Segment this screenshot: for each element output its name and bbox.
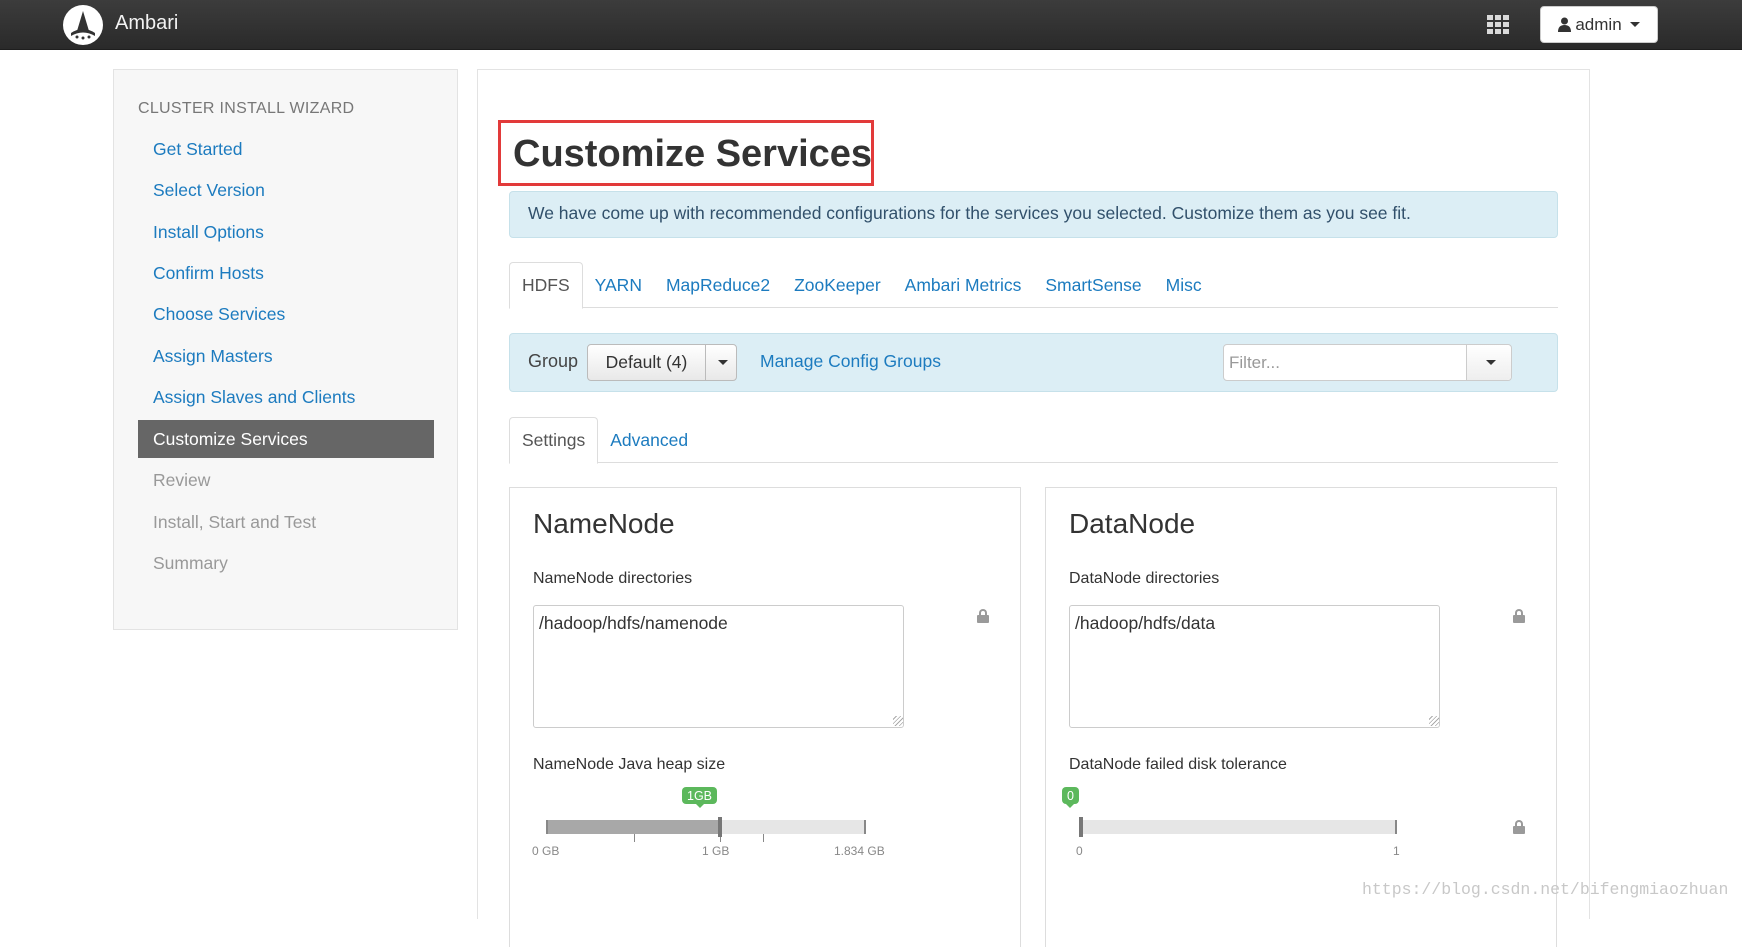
sidebar-item-install-options[interactable]: Install Options (138, 212, 434, 253)
app-brand[interactable]: Ambari (115, 12, 178, 35)
info-alert: We have come up with recommended configu… (509, 191, 1558, 238)
slider-fill (548, 820, 720, 834)
slider-track[interactable] (1079, 817, 1397, 837)
tab-smartsense[interactable]: SmartSense (1033, 262, 1153, 308)
settings-tabs: Settings Advanced (509, 417, 1558, 464)
sidebar-item-review: Review (153, 470, 211, 491)
datanode-dirs-label: DataNode directories (1069, 570, 1220, 587)
sidebar-item-assign-slaves[interactable]: Assign Slaves and Clients (138, 377, 434, 418)
group-selected-value[interactable]: Default (4) (588, 345, 706, 380)
namenode-heap-label: NameNode Java heap size (533, 756, 726, 773)
title-highlight-box: Customize Services (498, 120, 874, 186)
service-tabs: HDFS YARN MapReduce2 ZooKeeper Ambari Me… (509, 262, 1558, 309)
chevron-down-icon (1629, 22, 1640, 27)
user-label: admin (1575, 14, 1622, 34)
chevron-down-icon (718, 360, 728, 365)
manage-config-groups-link[interactable]: Manage Config Groups (760, 351, 941, 372)
ambari-logo-icon[interactable] (63, 5, 103, 45)
user-icon (1558, 17, 1572, 32)
group-dropdown-toggle[interactable] (706, 345, 736, 380)
namenode-dirs-field[interactable] (533, 605, 904, 728)
datanode-tolerance-slider[interactable]: 0 0 1 (1062, 787, 1400, 858)
group-select[interactable]: Default (4) (587, 344, 737, 381)
tab-ambari-metrics[interactable]: Ambari Metrics (893, 262, 1034, 308)
filter-dropdown-toggle[interactable] (1466, 345, 1511, 380)
slider-tick-label: 0 GB (532, 844, 560, 858)
datanode-dirs-field[interactable] (1069, 605, 1440, 728)
resize-grip-icon[interactable] (893, 716, 903, 726)
namenode-card: NameNode NameNode directories NameNode J… (509, 487, 1021, 947)
tab-settings[interactable]: Settings (509, 417, 599, 464)
sidebar-item-summary: Summary (153, 552, 228, 573)
slider-handle[interactable] (1079, 817, 1083, 837)
heap-value-badge: 1GB (682, 787, 718, 808)
datanode-card: DataNode DataNode directories DataNode f… (1045, 487, 1557, 947)
sidebar-title: CLUSTER INSTALL WIZARD (138, 100, 355, 117)
sidebar-item-select-version[interactable]: Select Version (138, 170, 434, 211)
user-menu-button[interactable]: admin (1540, 6, 1658, 43)
watermark: https://blog.csdn.net/bifengmiaozhuan (1362, 880, 1729, 899)
tolerance-value-badge: 0 (1062, 787, 1079, 808)
tab-yarn[interactable]: YARN (583, 262, 654, 308)
chevron-down-icon (1486, 360, 1496, 365)
tab-misc[interactable]: Misc (1154, 262, 1214, 308)
lock-icon[interactable] (1513, 820, 1525, 834)
main-panel: Customize Services We have come up with … (477, 69, 1590, 947)
grid-apps-icon[interactable] (1487, 15, 1509, 35)
filter-input[interactable] (1224, 345, 1468, 380)
filter-control (1223, 344, 1512, 381)
sidebar-item-get-started[interactable]: Get Started (138, 129, 434, 170)
sidebar-item-customize-services[interactable]: Customize Services (138, 420, 434, 459)
slider-handle[interactable] (718, 817, 722, 837)
namenode-heap-slider[interactable]: 1GB 0 GB 1 GB 1.834 GB (532, 787, 885, 858)
sidebar-item-confirm-hosts[interactable]: Confirm Hosts (138, 253, 434, 294)
slider-tick-label: 1 GB (702, 844, 730, 858)
group-label: Group (528, 351, 579, 371)
namenode-title: NameNode (533, 508, 675, 539)
sidebar-item-assign-masters[interactable]: Assign Masters (138, 335, 434, 376)
tab-hdfs[interactable]: HDFS (509, 262, 583, 309)
namenode-dirs-label: NameNode directories (533, 570, 693, 587)
sidebar-item-choose-services[interactable]: Choose Services (138, 294, 434, 335)
slider-tick (763, 834, 764, 842)
tab-mapreduce2[interactable]: MapReduce2 (654, 262, 782, 308)
slider-track[interactable] (546, 817, 866, 842)
slider-tick (634, 834, 635, 842)
slider-tick-label: 1.834 GB (834, 844, 885, 858)
config-group-bar: Group Default (4) Manage Config Groups (509, 333, 1558, 392)
tab-advanced[interactable]: Advanced (598, 417, 700, 463)
slider-tick-label: 0 (1076, 844, 1083, 858)
datanode-tolerance-label: DataNode failed disk tolerance (1069, 756, 1287, 773)
page-title: Customize Services (513, 133, 873, 175)
resize-grip-icon[interactable] (1429, 716, 1439, 726)
lock-icon[interactable] (1513, 609, 1525, 623)
wizard-steps: Get Started Select Version Install Optio… (138, 129, 434, 584)
wizard-sidebar: CLUSTER INSTALL WIZARD Get Started Selec… (113, 69, 458, 630)
tab-zookeeper[interactable]: ZooKeeper (782, 262, 893, 308)
lock-icon[interactable] (977, 609, 989, 623)
sidebar-item-install-start-test: Install, Start and Test (153, 511, 317, 532)
top-navbar: Ambari admin (0, 0, 1742, 50)
slider-tick-label: 1 (1393, 844, 1400, 858)
datanode-title: DataNode (1069, 508, 1196, 539)
